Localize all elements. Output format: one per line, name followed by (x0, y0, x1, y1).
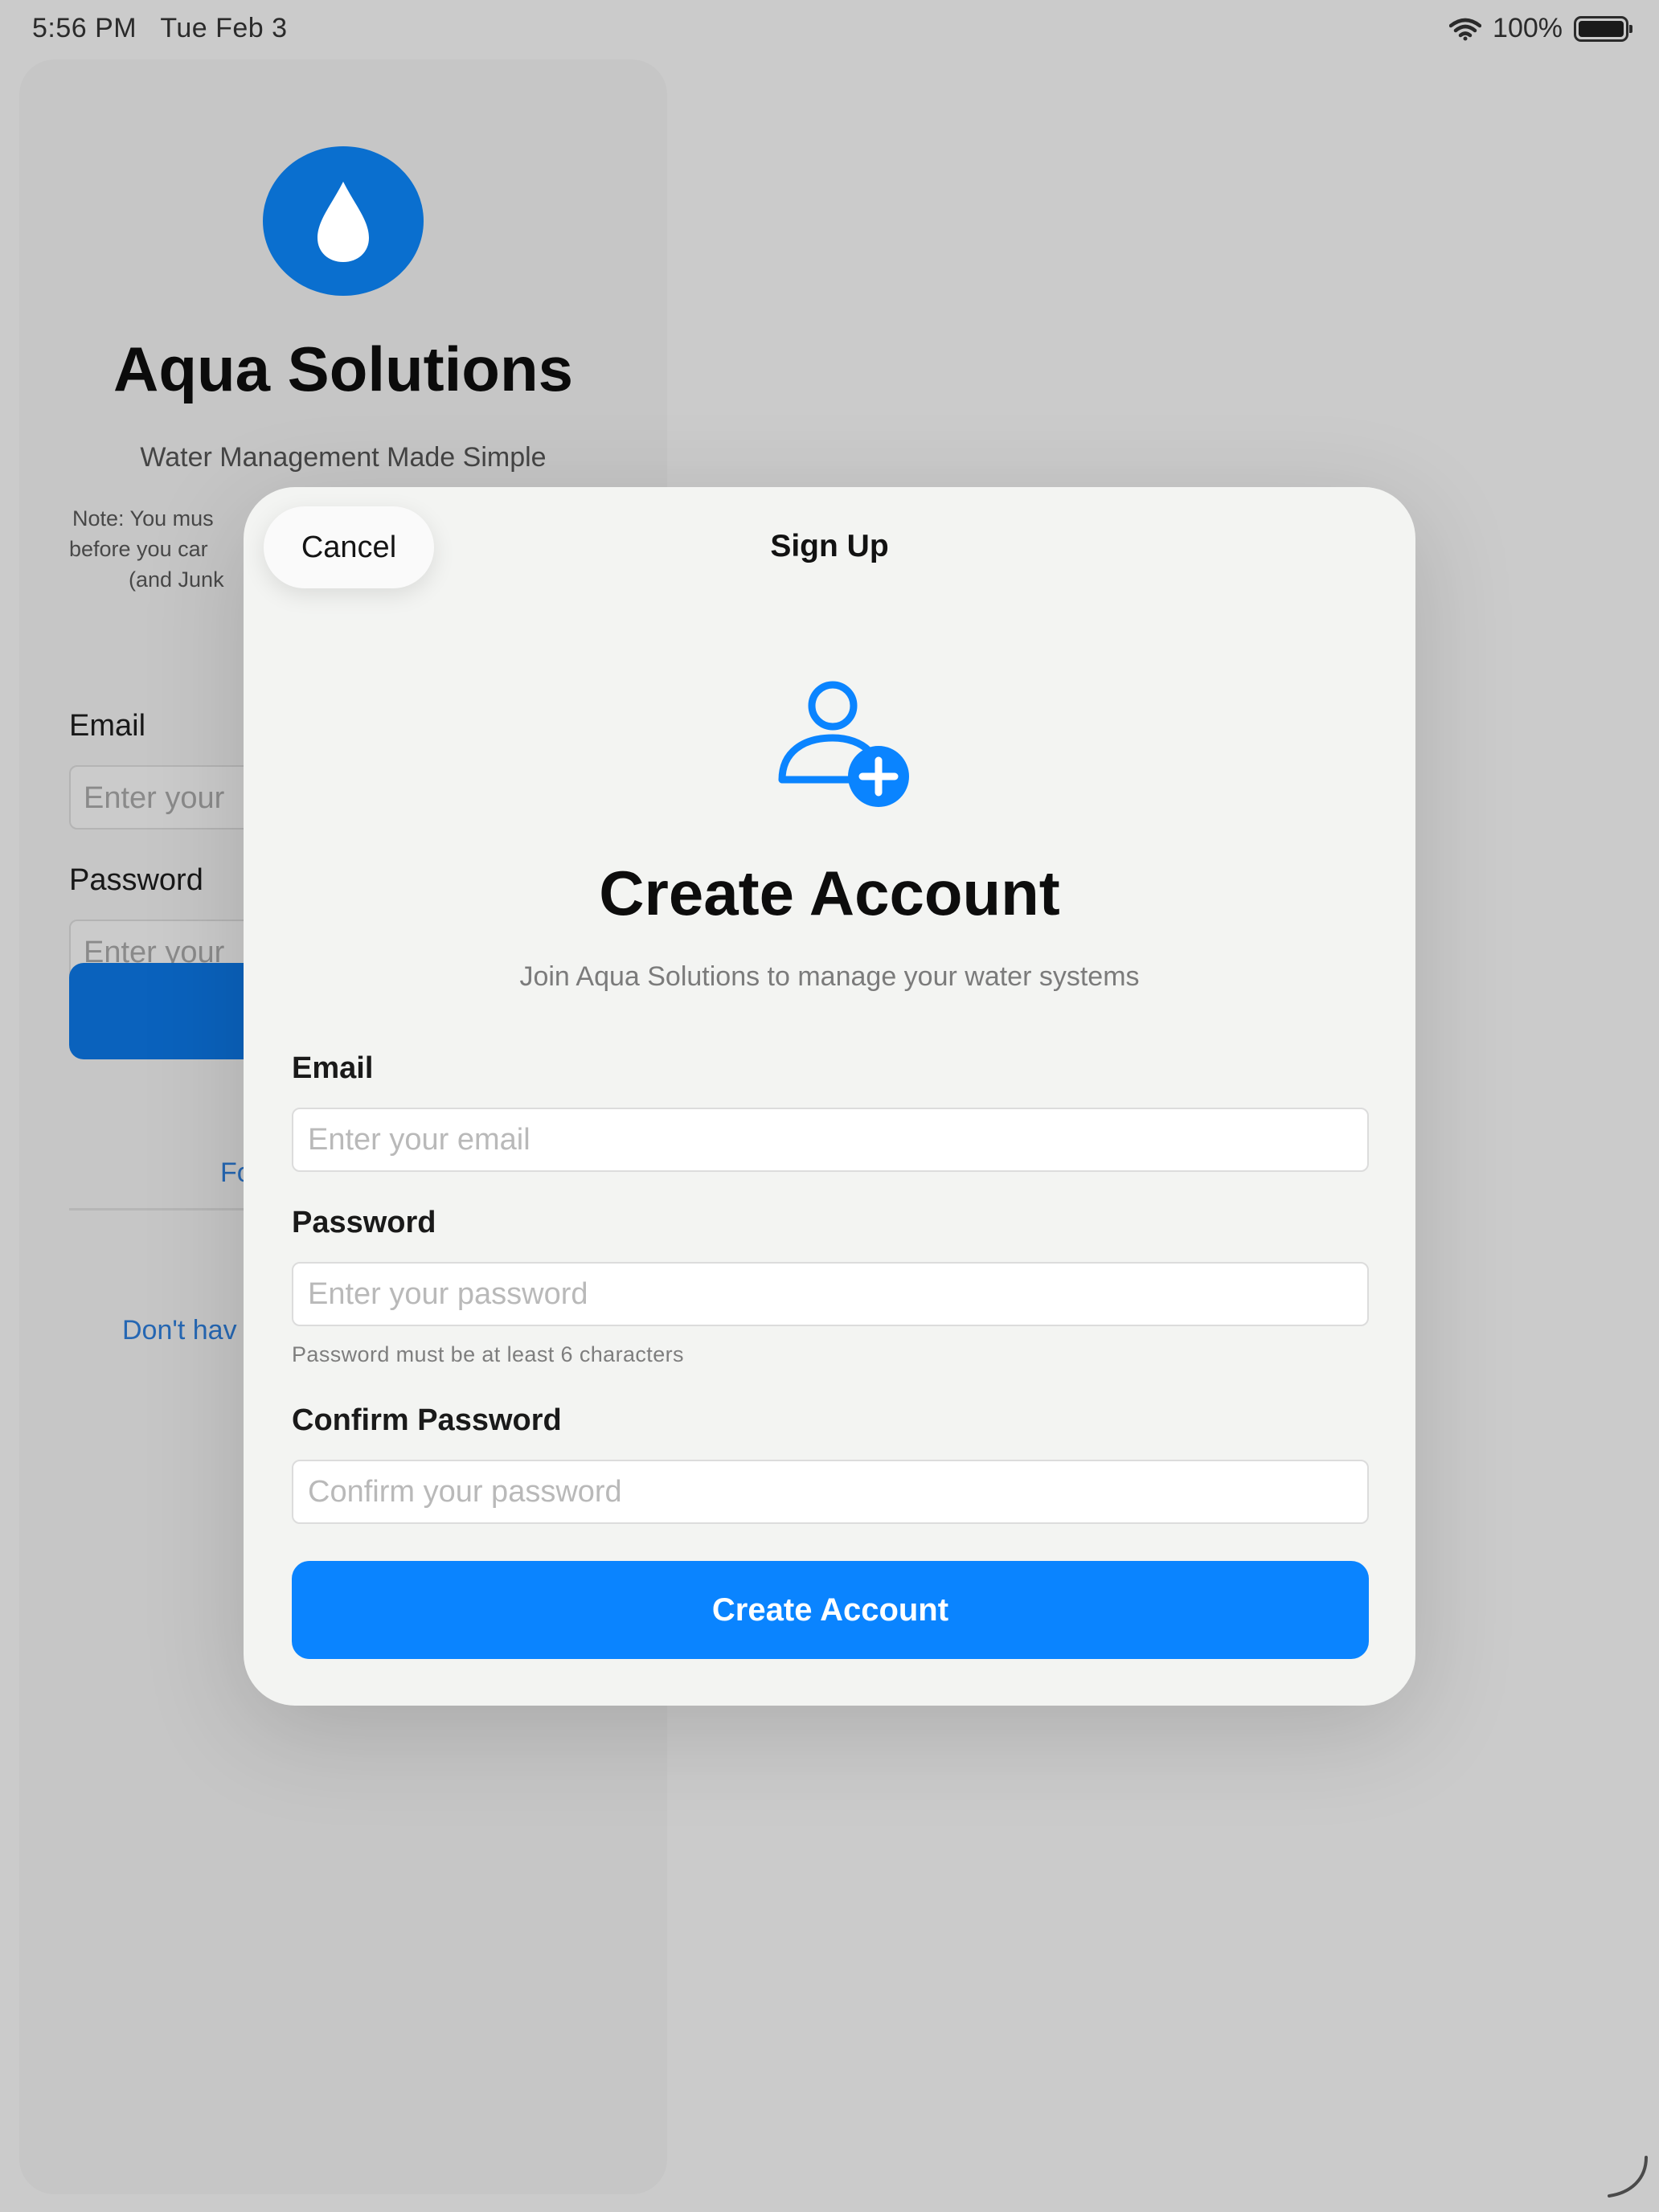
create-account-heading: Create Account (599, 858, 1060, 928)
email-label: Email (292, 1051, 374, 1085)
confirm-password-label: Confirm Password (292, 1403, 562, 1437)
login-email-label: Email (69, 709, 146, 743)
resize-handle-icon[interactable] (1604, 2154, 1649, 2199)
status-date: Tue Feb 3 (160, 13, 288, 43)
wifi-icon (1449, 18, 1482, 40)
sheet-title: Sign Up (770, 529, 889, 563)
login-password-label: Password (69, 863, 203, 897)
create-account-subtitle: Join Aqua Solutions to manage your water… (519, 961, 1140, 992)
note-line-1: Note: You mus (72, 506, 214, 530)
verification-note: Note: You mus before you car (and Junk (69, 503, 265, 595)
app-subtitle: Water Management Made Simple (140, 442, 547, 473)
battery-percentage: 100% (1493, 13, 1563, 43)
email-field[interactable] (292, 1108, 1369, 1172)
app-title: Aqua Solutions (113, 334, 573, 404)
status-indicators: 100% (1449, 13, 1632, 44)
signup-sheet: Cancel Sign Up Create Account Join Aqua … (244, 487, 1415, 1706)
confirm-password-field[interactable] (292, 1460, 1369, 1524)
note-line-2: before you car (69, 537, 208, 561)
password-label: Password (292, 1206, 436, 1239)
password-field[interactable] (292, 1262, 1369, 1326)
signup-link[interactable]: Don't hav (122, 1315, 237, 1346)
status-bar: 5:56 PM Tue Feb 3 100% (0, 0, 1659, 59)
create-account-button[interactable]: Create Account (292, 1561, 1369, 1659)
water-drop-icon (317, 182, 369, 262)
status-clock: 5:56 PM (32, 13, 137, 43)
status-time: 5:56 PM Tue Feb 3 (32, 13, 288, 44)
password-hint: Password must be at least 6 characters (292, 1342, 684, 1366)
person-add-icon (778, 681, 909, 807)
battery-icon (1574, 15, 1632, 42)
app-logo (263, 146, 424, 296)
